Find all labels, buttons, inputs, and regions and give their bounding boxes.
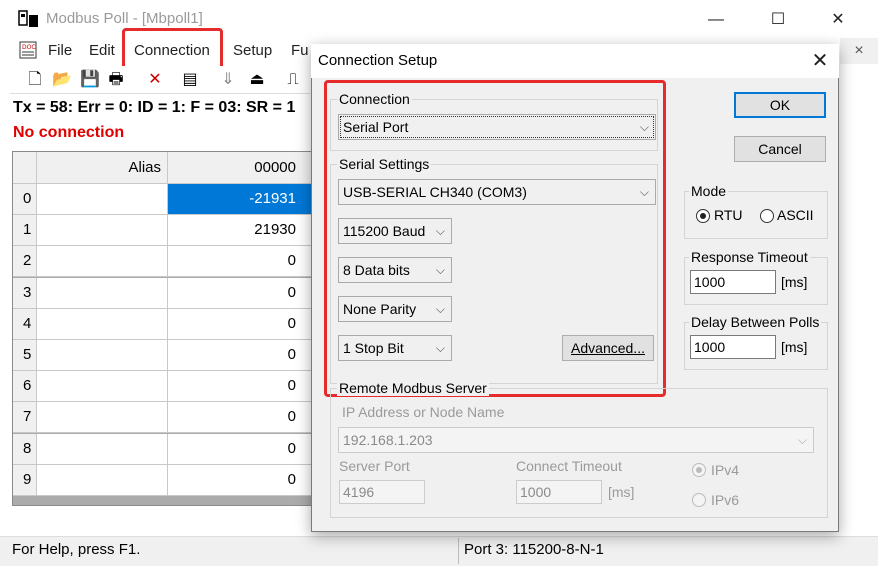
alias-cell[interactable] xyxy=(37,434,168,465)
row-number: 5 xyxy=(13,340,37,371)
row-number: 1 xyxy=(13,215,37,246)
menu-functions[interactable]: Fu xyxy=(291,42,309,59)
row-number: 3 xyxy=(13,278,37,309)
modbus-app-icon xyxy=(18,10,38,27)
open-icon[interactable]: 📂 xyxy=(52,70,72,90)
menu-edit[interactable]: Edit xyxy=(89,42,115,59)
menu-setup[interactable]: Setup xyxy=(233,42,272,59)
row-number: 0 xyxy=(13,184,37,215)
alias-cell[interactable] xyxy=(37,465,168,496)
maximize-button[interactable]: ☐ xyxy=(758,6,798,34)
remote-server-label: Remote Modbus Server xyxy=(337,380,489,396)
register-value-cell[interactable]: 0 xyxy=(168,278,313,309)
rtu-radio[interactable] xyxy=(696,209,710,223)
row-number: 2 xyxy=(13,246,37,277)
ip-value: 192.168.1.203 xyxy=(343,432,433,448)
ip-select[interactable]: 192.168.1.203 ⌵ xyxy=(338,427,814,453)
response-timeout-unit: [ms] xyxy=(781,274,808,290)
close-button[interactable]: ✕ xyxy=(818,6,858,34)
dialog-close-button[interactable]: ✕ xyxy=(808,50,832,74)
print-icon[interactable]: 🖶 xyxy=(106,70,126,90)
alias-cell[interactable] xyxy=(37,340,168,371)
ascii-radio[interactable] xyxy=(760,209,774,223)
mdi-close-button[interactable]: × xyxy=(840,38,878,64)
status-divider xyxy=(458,538,459,564)
ipv6-label: IPv6 xyxy=(711,492,740,508)
comm-stats: Tx = 58: Err = 0: ID = 1: F = 03: SR = 1 xyxy=(13,99,296,116)
response-timeout-input[interactable]: 1000 xyxy=(690,270,776,294)
server-port-input[interactable]: 4196 xyxy=(339,480,425,504)
connect-timeout-input[interactable]: 1000 xyxy=(516,480,602,504)
rtu-label: RTU xyxy=(714,207,743,223)
pulse-icon[interactable]: ⎍ xyxy=(283,70,303,90)
alias-cell[interactable] xyxy=(37,402,168,433)
delay-unit: [ms] xyxy=(781,339,808,355)
alias-cell[interactable] xyxy=(37,371,168,402)
register-value-cell[interactable]: 0 xyxy=(168,246,313,277)
register-value-cell[interactable]: 0 xyxy=(168,402,313,433)
connect-timeout-unit: [ms] xyxy=(608,484,635,500)
alias-cell[interactable] xyxy=(37,184,168,215)
connect-timeout-label: Connect Timeout xyxy=(516,458,622,474)
register-value-cell[interactable]: 0 xyxy=(168,309,313,340)
register-value-cell[interactable]: 21930 xyxy=(168,215,313,246)
alias-cell[interactable] xyxy=(37,278,168,309)
ip-label: IP Address or Node Name xyxy=(342,404,505,420)
alias-cell[interactable] xyxy=(37,246,168,277)
row-number: 8 xyxy=(13,434,37,465)
server-port-label: Server Port xyxy=(339,458,410,474)
new-icon[interactable]: 🗋 xyxy=(25,70,45,90)
document-icon: DOC xyxy=(19,41,37,59)
register-grid: Alias 00000 0 -21931 1 21930 2 0 3 0 4 0 5 0 6 0 7 0 8 0 9… xyxy=(12,151,313,506)
row-number: 7 xyxy=(13,402,37,433)
register-value-cell[interactable]: -21931 xyxy=(168,184,313,215)
delete-icon[interactable]: ✕ xyxy=(145,70,165,90)
ok-button[interactable]: OK xyxy=(734,92,826,118)
register-value-cell[interactable]: 0 xyxy=(168,371,313,402)
connect-icon[interactable]: ⏏ xyxy=(247,70,267,90)
register-value-cell[interactable]: 0 xyxy=(168,340,313,371)
response-timeout-label: Response Timeout xyxy=(689,249,810,265)
ipv6-radio[interactable] xyxy=(692,493,706,507)
ipv4-label: IPv4 xyxy=(711,462,740,478)
window-icon[interactable]: ▤ xyxy=(180,70,200,90)
chevron-down-icon: ⌵ xyxy=(797,433,807,447)
delay-input[interactable]: 1000 xyxy=(690,335,776,359)
menu-file[interactable]: File xyxy=(48,42,72,59)
cancel-button[interactable]: Cancel xyxy=(734,136,826,162)
register-value-cell[interactable]: 0 xyxy=(168,434,313,465)
row-number: 9 xyxy=(13,465,37,496)
connection-status: No connection xyxy=(13,124,125,141)
alias-cell[interactable] xyxy=(37,215,168,246)
minimize-button[interactable]: — xyxy=(696,6,736,34)
serial-highlight-box xyxy=(324,80,666,397)
register-value-cell[interactable]: 0 xyxy=(168,465,313,496)
alias-header: Alias xyxy=(37,152,168,184)
dialog-title: Connection Setup xyxy=(318,52,438,69)
row-number: 4 xyxy=(13,309,37,340)
save-icon[interactable]: 💾 xyxy=(80,70,100,90)
delay-label: Delay Between Polls xyxy=(689,314,822,330)
address-header: 00000 xyxy=(168,152,313,184)
alias-cell[interactable] xyxy=(37,309,168,340)
mode-label: Mode xyxy=(689,183,729,199)
ipv4-radio[interactable] xyxy=(692,463,706,477)
row-number: 6 xyxy=(13,371,37,402)
status-help: For Help, press F1. xyxy=(12,541,141,558)
svg-text:DOC: DOC xyxy=(22,44,36,51)
ascii-label: ASCII xyxy=(777,207,814,223)
read-icon[interactable]: ⇓ xyxy=(218,70,238,90)
grid-corner xyxy=(13,152,37,184)
window-title: Modbus Poll - [Mbpoll1] xyxy=(46,10,203,27)
status-port: Port 3: 115200-8-N-1 xyxy=(464,541,604,558)
